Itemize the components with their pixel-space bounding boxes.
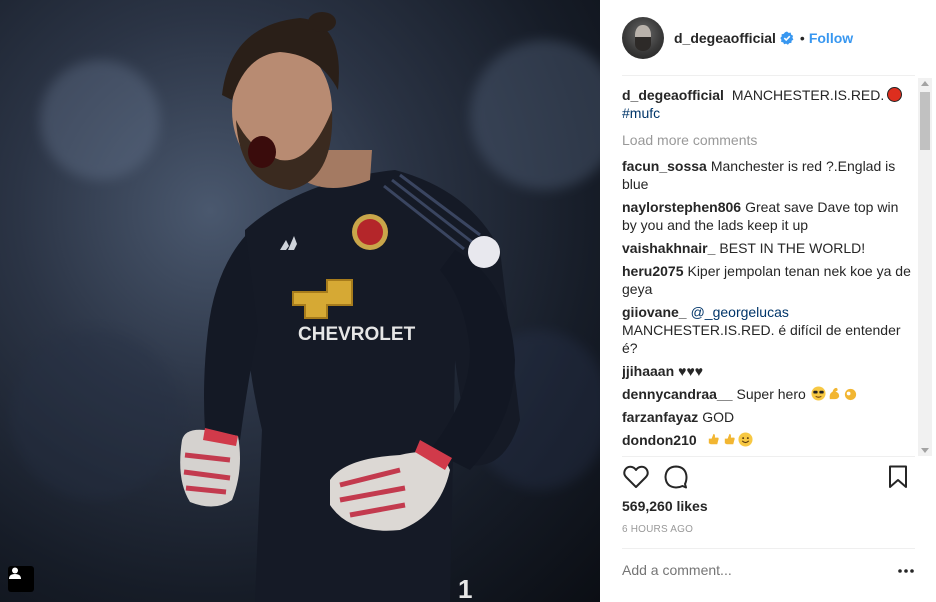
- ok-hand-emoji-icon: [844, 388, 856, 401]
- header-username[interactable]: d_degeaofficial: [674, 30, 776, 46]
- comment-username[interactable]: naylorstephen806: [622, 199, 741, 215]
- action-bar: [622, 463, 916, 493]
- caption-text: MANCHESTER.IS.RED.: [731, 87, 885, 103]
- flexed-biceps-emoji-icon: [829, 387, 839, 400]
- load-more-comments-button[interactable]: Load more comments: [622, 131, 912, 149]
- red-circle-emoji-icon: [887, 87, 903, 102]
- user-tag-icon: [9, 567, 21, 579]
- post-sidebar: d_degeaofficial • Follow d_degeaofficial…: [600, 0, 936, 602]
- likes-count[interactable]: 569,260 likes: [622, 498, 708, 514]
- list-item: dennycandraa__ Super hero: [622, 385, 912, 403]
- list-item: naylorstephen806 Great save Dave top win …: [622, 198, 912, 234]
- caption: d_degeaofficial MANCHESTER.IS.RED. #mufc: [622, 86, 912, 122]
- follow-button[interactable]: Follow: [809, 30, 853, 46]
- divider: [622, 456, 915, 457]
- comments-list[interactable]: d_degeaofficial MANCHESTER.IS.RED. #mufc…: [622, 86, 912, 452]
- user-tag-button[interactable]: [8, 566, 34, 592]
- divider: [622, 548, 915, 549]
- comment-username[interactable]: facun_sossa: [622, 158, 707, 174]
- more-options-icon: [898, 569, 914, 573]
- list-item: heru2075 Kiper jempolan tenan nek koe ya …: [622, 262, 912, 298]
- add-comment-input[interactable]: [622, 562, 872, 578]
- bookmark-icon: [889, 465, 907, 488]
- more-options-button[interactable]: [894, 562, 918, 580]
- verified-badge-icon: [780, 31, 794, 45]
- caption-hashtag[interactable]: #mufc: [622, 105, 660, 121]
- comment-mention[interactable]: @_georgelucas: [691, 304, 789, 320]
- comment-text: Super hero: [736, 386, 806, 402]
- comment-button[interactable]: [662, 463, 690, 491]
- post-timestamp[interactable]: 6 HOURS AGO: [622, 524, 693, 535]
- scrollbar-thumb[interactable]: [920, 92, 930, 150]
- comment-text: ♥♥♥: [678, 363, 704, 379]
- comment-username[interactable]: dennycandraa__: [622, 386, 733, 402]
- avatar[interactable]: [622, 16, 664, 59]
- comment-username[interactable]: jjihaaan: [622, 363, 674, 379]
- comment-bubble-icon: [664, 465, 688, 489]
- caption-username[interactable]: d_degeaofficial: [622, 87, 724, 103]
- comment-username[interactable]: dondon210: [622, 432, 697, 448]
- comments-scrollbar[interactable]: [918, 78, 932, 456]
- heart-icon: [623, 465, 649, 488]
- comment-username[interactable]: farzanfayaz: [622, 409, 698, 425]
- list-item: vaishakhnair_ BEST IN THE WORLD!: [622, 239, 912, 257]
- sponsor-text: CHEVROLET: [298, 324, 416, 345]
- header-separator: •: [799, 29, 805, 46]
- list-item: facun_sossa Manchester is red ?.Englad is…: [622, 157, 912, 193]
- like-button[interactable]: [622, 463, 650, 491]
- thumbs-up-emoji-icon: [724, 433, 735, 445]
- scroll-up-arrow-icon[interactable]: [921, 81, 929, 86]
- list-item: farzanfayaz GOD: [622, 408, 912, 426]
- smile-emoji-icon: [738, 432, 753, 447]
- divider: [622, 75, 915, 76]
- comment-username[interactable]: vaishakhnair_: [622, 240, 715, 256]
- thumbs-up-emoji-icon: [708, 433, 719, 445]
- post-header: d_degeaofficial • Follow: [600, 0, 936, 75]
- instagram-post-modal: CHEVROLET 1 d_degeaofficial • Follow d_d…: [0, 0, 936, 602]
- goalkeeper-illustration: CHEVROLET 1: [180, 12, 520, 602]
- list-item: giiovane_ @_georgelucas MANCHESTER.IS.RED…: [622, 303, 912, 357]
- comment-username[interactable]: giiovane_: [622, 304, 687, 320]
- list-item: jjihaaan ♥♥♥: [622, 362, 912, 380]
- scroll-down-arrow-icon[interactable]: [921, 448, 929, 453]
- comment-username[interactable]: heru2075: [622, 263, 683, 279]
- comment-text: GOD: [702, 409, 735, 425]
- save-button[interactable]: [884, 463, 912, 491]
- post-photo[interactable]: CHEVROLET 1: [0, 0, 600, 602]
- svg-text:1: 1: [458, 574, 472, 602]
- comment-text: MANCHESTER.IS.RED. é difícil de entender…: [622, 322, 901, 356]
- comment-text: BEST IN THE WORLD!: [719, 240, 866, 256]
- list-item: dondon210: [622, 431, 912, 449]
- sunglasses-emoji-icon: [811, 386, 826, 401]
